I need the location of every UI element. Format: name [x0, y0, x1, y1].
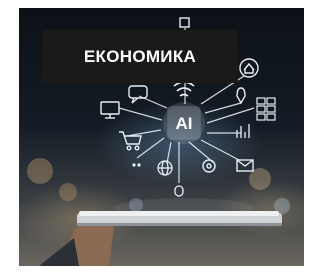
category-label[interactable]: ЕКОНОМИКА: [42, 30, 238, 83]
location-pin-icon: [236, 87, 246, 105]
ai-chip-label: AI: [176, 114, 193, 133]
grid-icon: [256, 97, 276, 121]
article-thumbnail[interactable]: AI ЕКОНОМИКА: [19, 8, 304, 266]
monitor-icon: [100, 101, 120, 119]
pointer-icon: [174, 185, 184, 197]
ai-chip-icon: AI: [163, 102, 205, 144]
tablet-in-hand: [39, 211, 282, 266]
wifi-icon: [173, 81, 195, 97]
bar-chart-icon: [236, 124, 250, 138]
usb-icon: [179, 17, 190, 28]
cloud-icon: [132, 163, 141, 167]
home-icon: [239, 58, 259, 78]
gear-icon: [202, 159, 216, 173]
mail-icon: [236, 159, 254, 172]
chat-bubble-icon: [128, 85, 148, 104]
globe-icon: [157, 160, 173, 176]
